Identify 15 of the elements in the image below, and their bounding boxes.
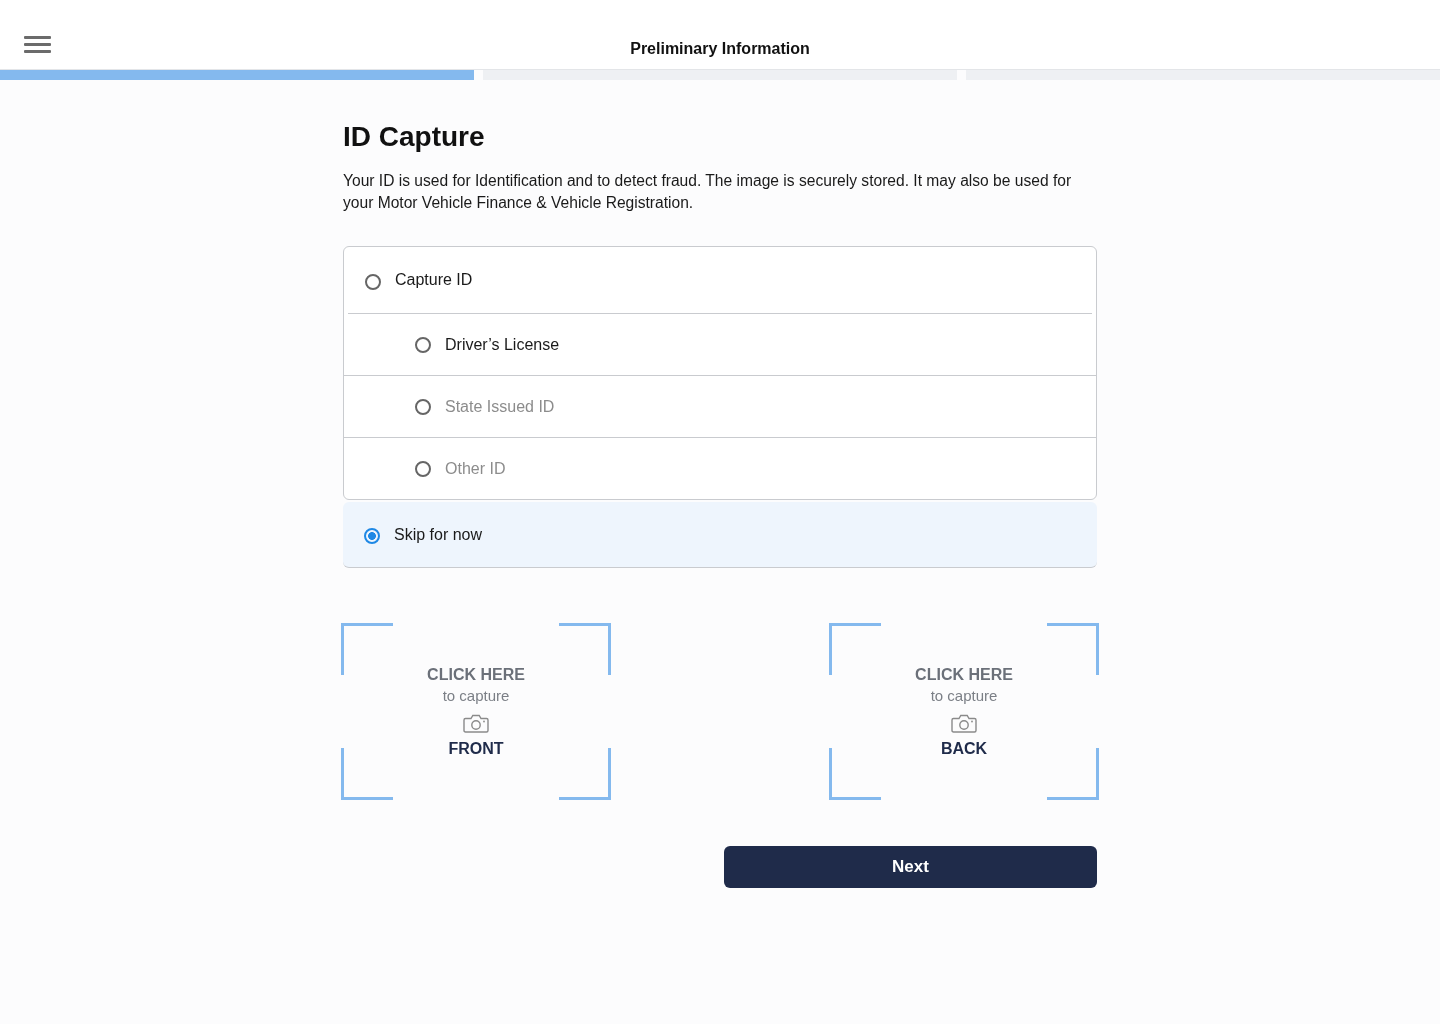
capture-button[interactable]: CLICK HERE to capture BACK bbox=[829, 623, 1099, 800]
radio-button[interactable] bbox=[365, 273, 381, 290]
camera-icon bbox=[463, 713, 489, 733]
radio-button[interactable] bbox=[364, 528, 380, 544]
page-heading: ID Capture bbox=[343, 120, 486, 154]
radio-option[interactable]: Skip for now bbox=[343, 502, 1097, 568]
capture-button[interactable]: CLICK HERE to capture FRONT bbox=[341, 623, 611, 800]
camera-icon bbox=[951, 713, 977, 733]
menu-icon[interactable] bbox=[24, 36, 51, 53]
radio-button[interactable] bbox=[415, 336, 431, 353]
radio-option[interactable]: Capture ID bbox=[344, 247, 1096, 313]
next-button[interactable]: Next bbox=[724, 846, 1097, 888]
description: Your ID is used for Identification and to detect fraud. The image is securely stored. It may also be used for your Motor Vehicle Finance & Vehicle Registration. bbox=[343, 171, 1073, 213]
header-title: Preliminary Information bbox=[630, 39, 810, 58]
radio-option[interactable]: Driver’s License bbox=[344, 314, 1096, 375]
